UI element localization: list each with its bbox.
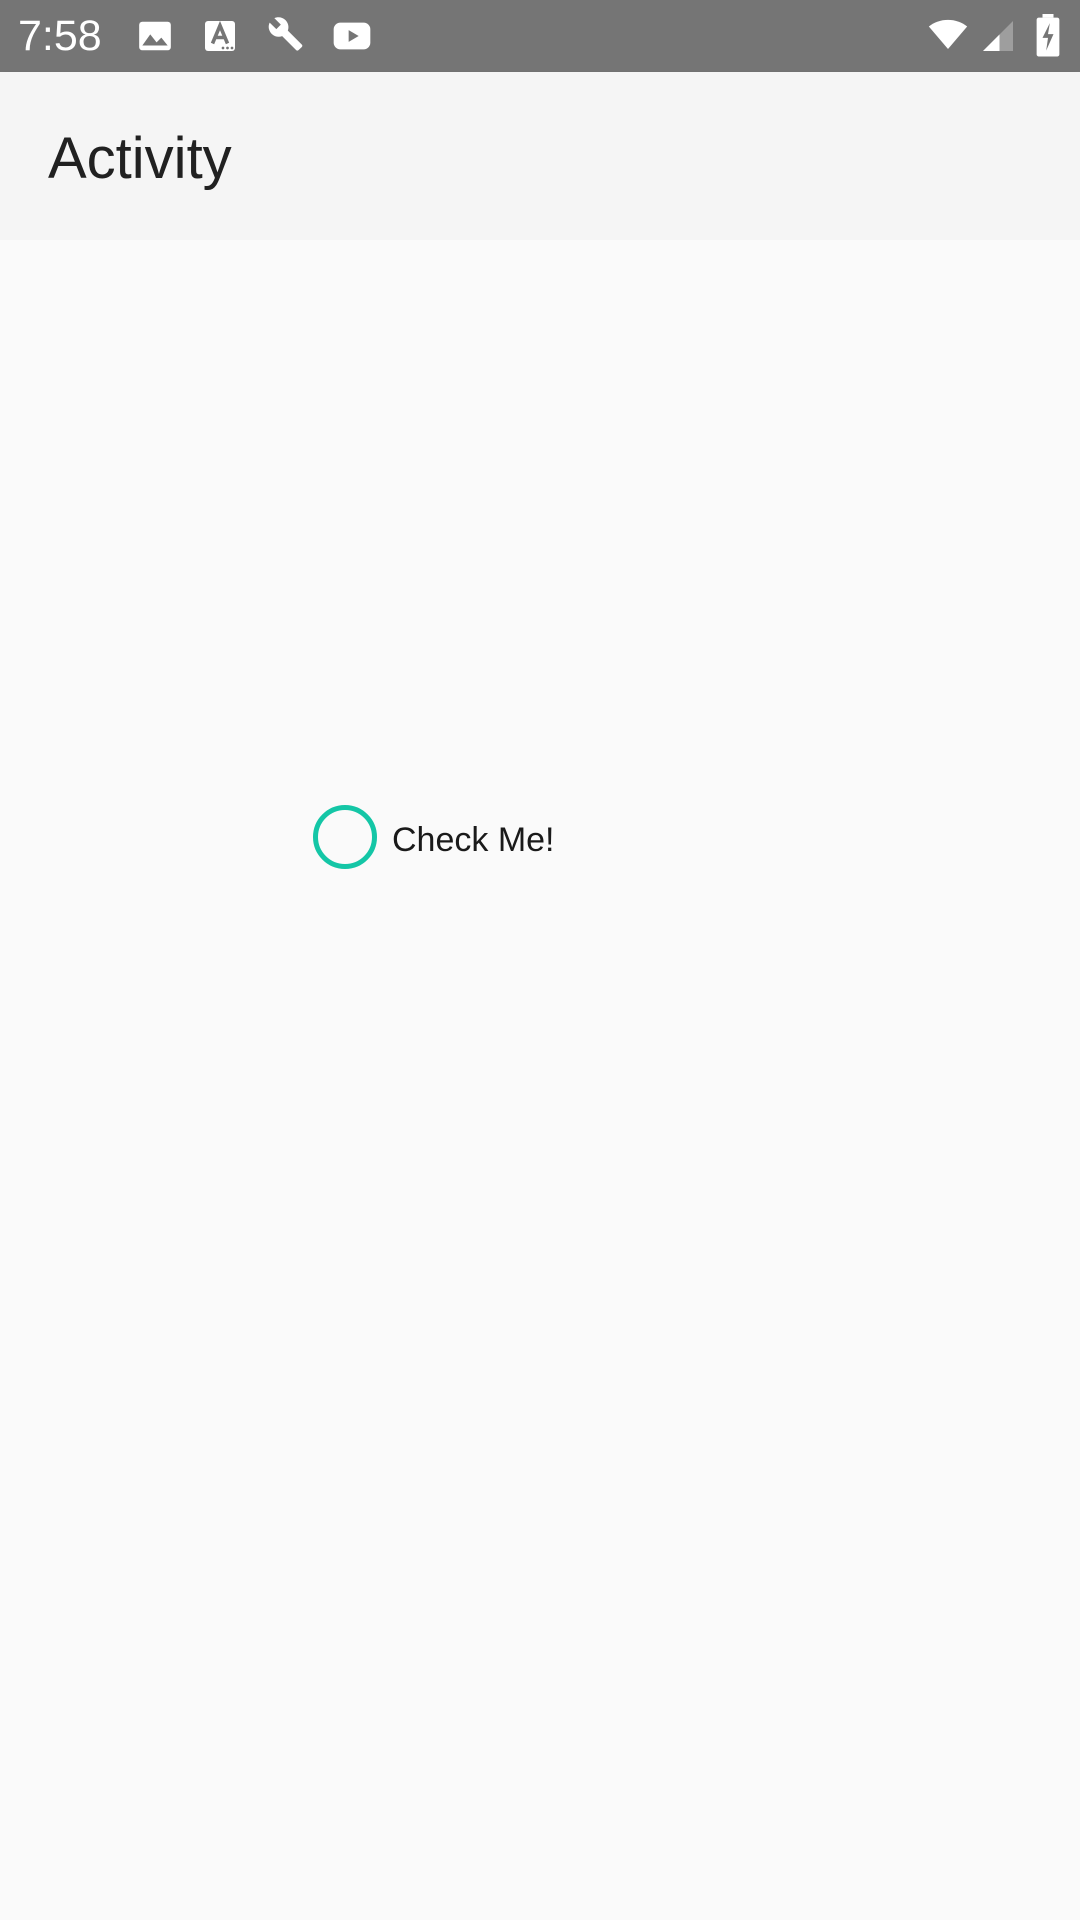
page-title: Activity: [48, 126, 232, 191]
app-bar: Activity: [0, 72, 1080, 240]
battery-charging-icon: [1036, 14, 1060, 57]
status-bar: 7:58: [0, 0, 1080, 72]
cellular-signal-icon: [983, 21, 1013, 51]
main-content: Check Me!: [0, 240, 1080, 1920]
youtube-icon: [333, 22, 371, 50]
text-a-icon: [205, 20, 235, 51]
wifi-icon: [928, 19, 968, 49]
radio-button-unchecked-icon[interactable]: [313, 805, 377, 869]
status-time: 7:58: [18, 12, 102, 60]
wrench-icon: [268, 17, 303, 51]
image-icon: [139, 21, 171, 51]
radio-label[interactable]: Check Me!: [392, 821, 555, 860]
check-me-radio[interactable]: Check Me!: [305, 800, 555, 880]
